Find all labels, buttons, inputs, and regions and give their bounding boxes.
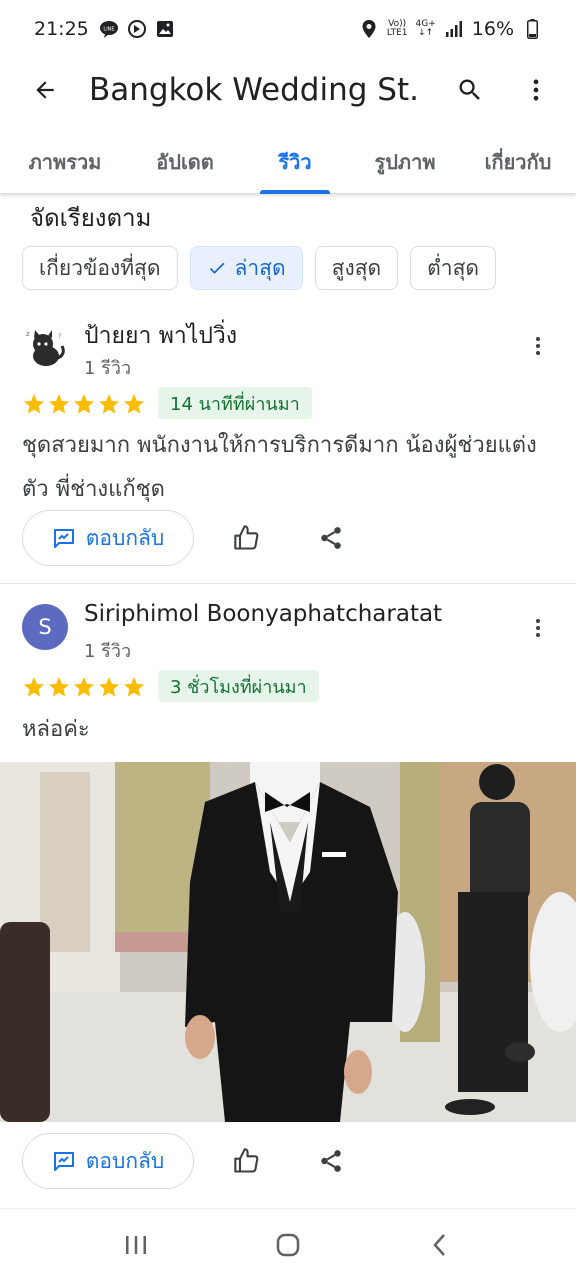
app-bar: Bangkok Wedding St...: [0, 58, 576, 122]
share-button[interactable]: [312, 519, 350, 557]
star-icon: [24, 394, 44, 414]
more-vert-icon: [536, 337, 540, 355]
reviewer-name[interactable]: Siriphimol Boonyaphatcharatat: [84, 601, 442, 627]
like-button[interactable]: [228, 519, 266, 557]
status-bar: 21:25 LINE Vo)) LTE1 4G+ ↓↑ 16%: [0, 0, 576, 58]
review-text: หล่อค่ะ: [22, 717, 90, 742]
svg-text:z: z: [26, 330, 30, 338]
star-icon: [124, 394, 144, 414]
review-time-badge: 3 ชั่วโมงที่ผ่านมา: [158, 670, 319, 702]
star-icon: [24, 677, 44, 697]
sort-chips: เกี่ยวข้องที่สุด ล่าสุด สูงสุด ต่ำสุด: [22, 246, 497, 290]
network-type: 4G+ ↓↑: [415, 19, 436, 38]
star-icon: [49, 394, 69, 414]
sort-chip-highest[interactable]: สูงสุด: [314, 246, 399, 290]
reply-button[interactable]: ตอบกลับ: [22, 1133, 194, 1189]
battery-icon: [522, 19, 542, 39]
thumb-up-icon: [234, 1148, 259, 1173]
reply-icon: [53, 529, 74, 548]
star-icon: [124, 677, 144, 697]
recent-apps-button[interactable]: [106, 1215, 166, 1275]
svg-text:?: ?: [58, 333, 61, 340]
volte-indicator: Vo)) LTE1: [386, 19, 408, 38]
home-icon: [276, 1233, 300, 1256]
star-icon: [74, 677, 94, 697]
review-photo[interactable]: [0, 762, 576, 1122]
thumb-up-icon: [234, 525, 259, 550]
reply-button[interactable]: ตอบกลับ: [22, 510, 194, 566]
cat-avatar-icon: z ?: [26, 330, 65, 366]
reviewer-review-count: 1 รีวิว: [84, 358, 132, 379]
more-vert-icon: [533, 79, 539, 101]
review-time-badge: 14 นาทีที่ผ่านมา: [158, 387, 312, 419]
share-button[interactable]: [312, 1142, 350, 1180]
search-icon: [459, 79, 480, 100]
star-icon: [99, 394, 119, 414]
like-button[interactable]: [228, 1142, 266, 1180]
review-more-button[interactable]: [522, 608, 554, 648]
gallery-icon: [155, 19, 175, 39]
star-icon: [74, 394, 94, 414]
share-icon: [321, 1150, 341, 1172]
star-rating: [22, 392, 146, 416]
tab-updates[interactable]: อัปเดต: [130, 130, 240, 194]
tab-reviews[interactable]: รีวิว: [260, 130, 330, 194]
reviewer-review-count: 1 รีวิว: [84, 641, 132, 662]
star-icon: [99, 677, 119, 697]
reply-icon: [53, 1152, 74, 1171]
system-nav-bar: [0, 1208, 576, 1280]
battery-percent: 16%: [471, 18, 514, 40]
back-nav-button[interactable]: [410, 1215, 470, 1275]
search-button[interactable]: [448, 68, 492, 112]
page-title: Bangkok Wedding St...: [89, 72, 419, 108]
tab-about[interactable]: เกี่ยวกับ: [460, 130, 576, 194]
sort-chip-newest[interactable]: ล่าสุด: [189, 246, 303, 290]
star-rating: [22, 675, 146, 699]
location-icon: [359, 19, 379, 39]
status-time: 21:25: [34, 18, 89, 40]
check-icon: [209, 262, 225, 274]
review-more-button[interactable]: [522, 326, 554, 366]
review-text: ชุดสวยมาก พนักงานให้การบริการดีมาก น้องผ…: [22, 433, 537, 502]
line-app-icon: LINE: [99, 19, 119, 39]
divider: [0, 583, 576, 584]
tab-bar: ภาพรวม อัปเดต รีวิว รูปภาพ เกี่ยวกับ: [0, 130, 576, 194]
chevron-left-icon: [433, 1233, 445, 1256]
home-button[interactable]: [258, 1215, 318, 1275]
svg-text:LINE: LINE: [103, 27, 114, 33]
review-photo-image: [0, 762, 576, 1122]
tab-photos[interactable]: รูปภาพ: [350, 130, 460, 194]
tab-overview[interactable]: ภาพรวม: [0, 130, 130, 194]
reviewer-name[interactable]: ป้ายยา พาไปวิ่ง: [84, 318, 237, 354]
more-vert-icon: [536, 619, 540, 637]
media-skip-icon: [127, 19, 147, 39]
avatar[interactable]: z ?: [22, 324, 68, 370]
arrow-back-icon: [36, 81, 54, 99]
overflow-menu-button[interactable]: [514, 68, 558, 112]
signal-icon: [444, 19, 464, 39]
share-icon: [321, 527, 341, 549]
star-icon: [49, 677, 69, 697]
sort-chip-lowest[interactable]: ต่ำสุด: [410, 246, 497, 290]
sort-chip-relevant[interactable]: เกี่ยวข้องที่สุด: [22, 246, 178, 290]
sort-label: จัดเรียงตาม: [30, 204, 152, 232]
back-button[interactable]: [17, 62, 73, 118]
avatar[interactable]: S: [22, 604, 68, 650]
recent-apps-icon: [126, 1235, 146, 1254]
